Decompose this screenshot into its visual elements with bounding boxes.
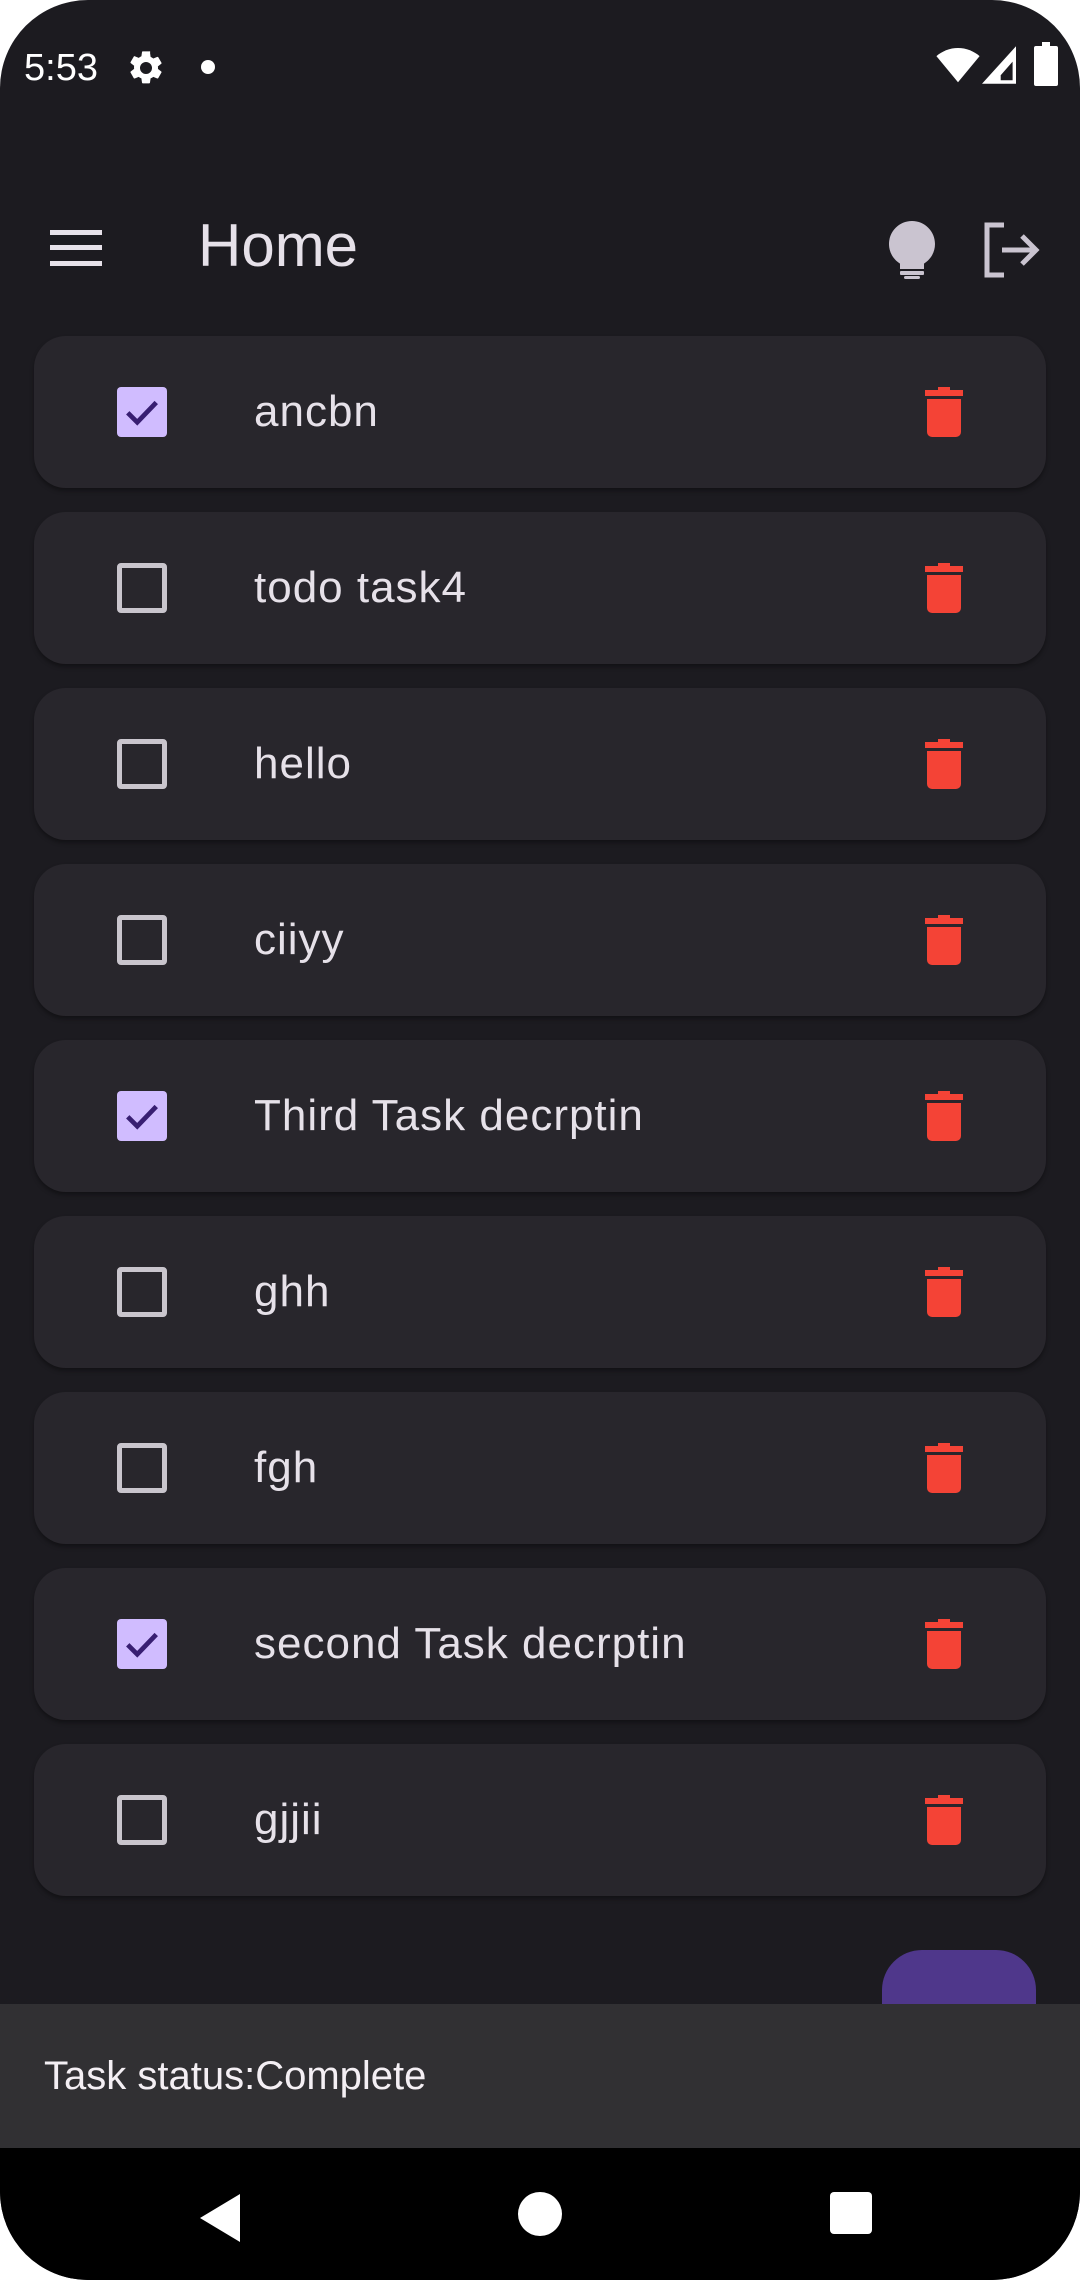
notification-dot-icon: [201, 60, 215, 74]
lightbulb-icon: [889, 221, 935, 279]
trash-icon: [925, 387, 963, 437]
task-item[interactable]: ciiyy: [34, 864, 1046, 1016]
recents-icon[interactable]: [830, 2192, 872, 2234]
trash-icon: [925, 1619, 963, 1669]
delete-task-button[interactable]: [914, 1614, 974, 1674]
task-label: Third Task decrptin: [254, 1091, 644, 1140]
task-label: ancbn: [254, 387, 379, 436]
wifi-icon: [936, 48, 980, 83]
task-checkbox[interactable]: [117, 1267, 167, 1317]
logout-icon: [984, 222, 1040, 278]
task-item[interactable]: fgh: [34, 1392, 1046, 1544]
status-time: 5:53: [24, 47, 98, 89]
trash-icon: [925, 563, 963, 613]
delete-task-button[interactable]: [914, 1438, 974, 1498]
delete-task-button[interactable]: [914, 734, 974, 794]
task-checkbox[interactable]: [117, 1091, 167, 1141]
task-checkbox[interactable]: [117, 1619, 167, 1669]
signal-icon: [982, 46, 1016, 84]
task-label: todo task4: [254, 563, 468, 612]
snackbar-message: Task status:Complete: [44, 2054, 427, 2098]
trash-icon: [925, 739, 963, 789]
task-item[interactable]: ghh: [34, 1216, 1046, 1368]
delete-task-button[interactable]: [914, 1790, 974, 1850]
trash-icon: [925, 1091, 963, 1141]
task-item[interactable]: ancbn: [34, 336, 1046, 488]
snackbar: Task status:Complete: [0, 2004, 1080, 2148]
task-checkbox[interactable]: [117, 739, 167, 789]
task-checkbox[interactable]: [117, 1795, 167, 1845]
delete-task-button[interactable]: [914, 1086, 974, 1146]
status-bar: 5:53: [0, 0, 1080, 136]
theme-toggle-button[interactable]: [874, 212, 950, 288]
task-checkbox[interactable]: [117, 1443, 167, 1493]
task-list: ancbn todo task4 hello ciiyy Third Task decr…: [34, 336, 1046, 1920]
task-label: ciiyy: [254, 915, 345, 964]
delete-task-button[interactable]: [914, 382, 974, 442]
task-checkbox[interactable]: [117, 387, 167, 437]
task-label: gjjii: [254, 1795, 323, 1844]
trash-icon: [925, 1267, 963, 1317]
page-title: Home: [198, 212, 359, 279]
trash-icon: [925, 1443, 963, 1493]
app-bar: Home: [0, 180, 1080, 310]
logout-button[interactable]: [972, 212, 1052, 288]
task-checkbox[interactable]: [117, 563, 167, 613]
checkmark-icon: [126, 1104, 158, 1130]
task-item[interactable]: Third Task decrptin: [34, 1040, 1046, 1192]
menu-button[interactable]: [40, 212, 112, 284]
task-label: hello: [254, 739, 352, 788]
trash-icon: [925, 915, 963, 965]
task-label: second Task decrptin: [254, 1619, 687, 1668]
task-label: ghh: [254, 1267, 331, 1316]
task-item[interactable]: todo task4: [34, 512, 1046, 664]
checkmark-icon: [126, 1632, 158, 1658]
menu-icon: [50, 230, 102, 266]
battery-icon: [1034, 42, 1058, 86]
task-item[interactable]: gjjii: [34, 1744, 1046, 1896]
home-icon[interactable]: [518, 2192, 562, 2236]
system-nav-bar: [0, 2148, 1080, 2280]
back-icon[interactable]: [200, 2190, 252, 2246]
gear-icon: [130, 51, 162, 84]
trash-icon: [925, 1795, 963, 1845]
delete-task-button[interactable]: [914, 558, 974, 618]
delete-task-button[interactable]: [914, 1262, 974, 1322]
delete-task-button[interactable]: [914, 910, 974, 970]
phone-screen: 5:53 Home ancbn todo task4 hello ciiyy T…: [0, 0, 1080, 2280]
task-checkbox[interactable]: [117, 915, 167, 965]
checkmark-icon: [126, 400, 158, 426]
task-label: fgh: [254, 1443, 319, 1492]
task-item[interactable]: second Task decrptin: [34, 1568, 1046, 1720]
task-item[interactable]: hello: [34, 688, 1046, 840]
